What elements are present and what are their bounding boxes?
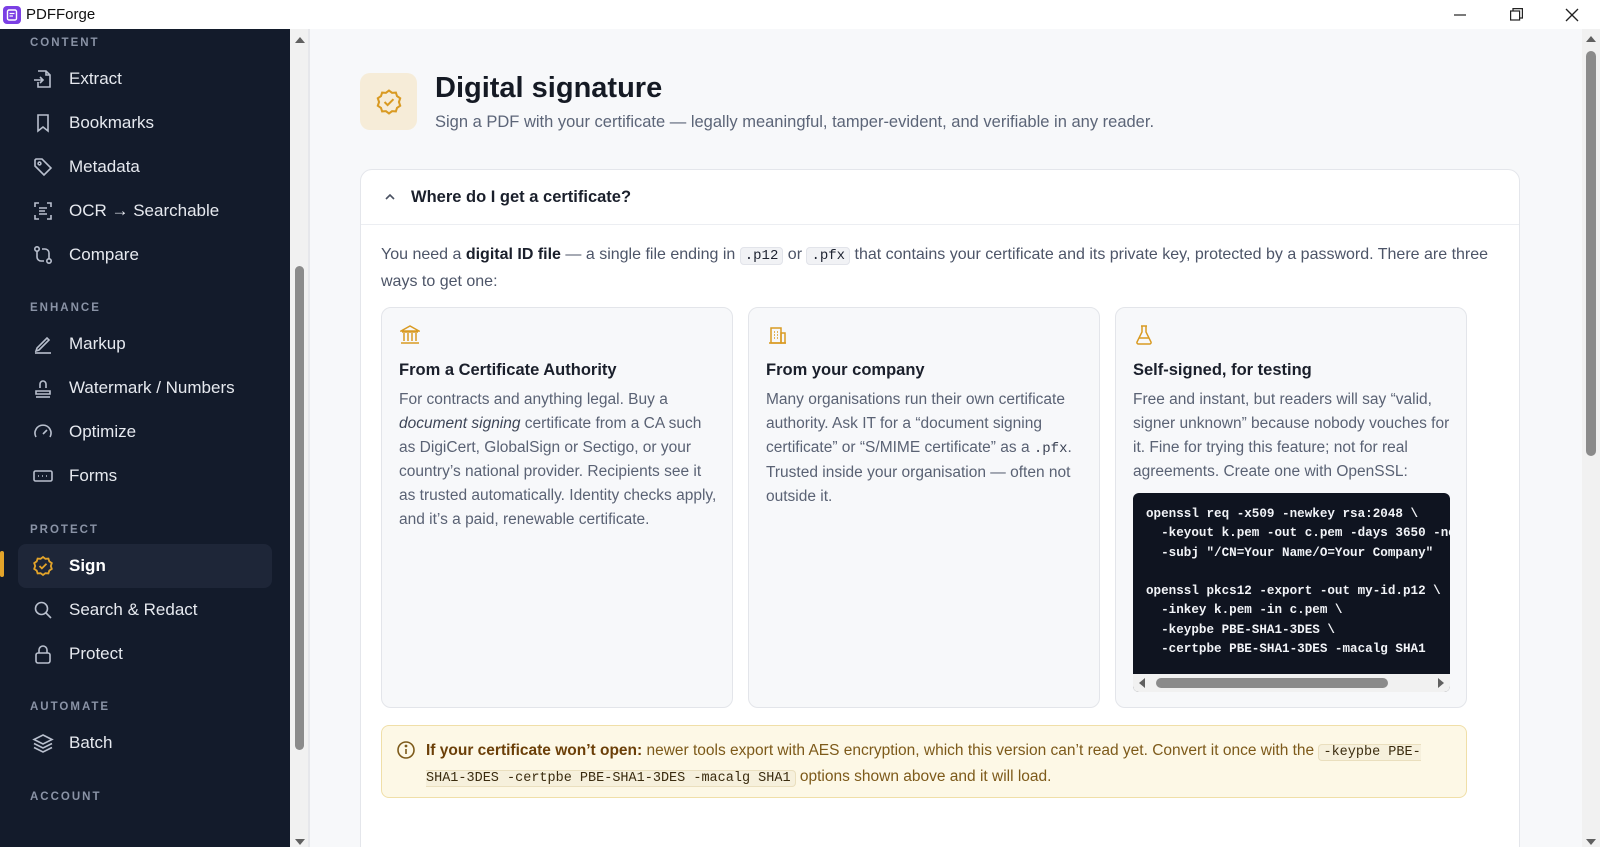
gauge-icon [31,420,55,444]
accordion-header[interactable]: Where do I get a certificate? [361,170,1519,225]
app-logo-icon [3,5,21,24]
close-icon [1565,8,1579,21]
scrollbar-thumb[interactable] [1586,51,1596,456]
extract-icon [31,67,55,91]
sidebar-item-label: Compare [69,245,139,264]
section-label-automate: AUTOMATE [30,701,111,713]
active-indicator [0,551,4,577]
intro-text: You need a digital ID file — a single fi… [381,246,1489,290]
form-icon [31,464,55,488]
sidebar-item-label: Bookmarks [69,113,155,132]
chevron-up-icon [383,190,397,204]
code-scrollbar[interactable] [1133,674,1450,692]
sidebar-item-label: Optimize [69,422,137,441]
code-scrollbar-thumb[interactable] [1156,678,1388,688]
sidebar-item-label: Batch [69,733,113,752]
sidebar-item-extract[interactable]: Extract [18,57,272,101]
lock-icon [31,642,55,666]
minimize-button[interactable] [1432,0,1488,29]
sidebar-item-label: Sign [69,556,106,575]
sidebar-item-protect[interactable]: Protect [18,632,272,676]
minimize-icon [1454,13,1466,16]
bank-icon [398,324,422,346]
restore-button[interactable] [1488,0,1544,29]
tag-icon [31,155,55,179]
scan-text-icon [31,199,55,223]
badge-check-icon [31,554,55,578]
option-title: From a Certificate Authority [399,361,617,379]
ext-p12: .p12 [739,247,784,265]
sidebar-item-label: OCR → Searchable [69,201,220,220]
warning-callout: If your certificate won’t open: newer to… [381,725,1467,798]
sidebar-item-label: Protect [69,644,123,663]
section-label-account: ACCOUNT [30,791,102,803]
sidebar-item-label: Watermark / Numbers [69,378,235,397]
sidebar-item-bookmarks[interactable]: Bookmarks [18,101,272,145]
scroll-down-arrow-icon[interactable] [1586,839,1596,845]
page-title: Digital signature [435,72,663,104]
option-body: Many organisations run their own certifi… [766,391,1072,505]
sidebar-item-sign[interactable]: Sign [18,544,272,588]
option-body: Free and instant, but readers will say “… [1133,391,1450,480]
compare-icon [31,243,55,267]
search-icon [31,598,55,622]
option-title: From your company [766,361,925,379]
pen-icon [31,332,55,356]
sidebar-item-markup[interactable]: Markup [18,322,272,366]
layers-icon [31,731,55,755]
page-subtitle: Sign a PDF with your certificate — legal… [435,113,1155,131]
scroll-up-arrow-icon[interactable] [1586,36,1596,42]
sidebar-item-label: Forms [69,466,118,485]
section-label-content: CONTENT [30,37,100,49]
sidebar-item-ocr[interactable]: OCR → Searchable [18,189,272,233]
sidebar-item-forms[interactable]: Forms [18,454,272,498]
window-controls [1432,0,1600,29]
sidebar-item-label: Markup [69,334,126,353]
stamp-icon [31,376,55,400]
building-icon [767,324,787,346]
sidebar-scrollbar[interactable] [290,29,308,847]
sidebar-item-redact[interactable]: Search & Redact [18,588,272,632]
ext-pfx: .pfx [806,247,851,265]
certificate-help-accordion: Where do I get a certificate? You need a… [360,169,1520,847]
title-bar: PDFForge [0,0,1600,29]
sidebar-item-optimize[interactable]: Optimize [18,410,272,454]
section-label-protect: PROTECT [30,524,99,536]
sidebar: CONTENT Extract Bookmarks Metadata OCR →… [0,29,290,847]
signature-badge-icon [360,73,417,130]
openssl-code-block[interactable]: openssl req -x509 -newkey rsa:2048 \ -ke… [1133,493,1450,692]
sidebar-item-compare[interactable]: Compare [18,233,272,277]
close-button[interactable] [1544,0,1600,29]
option-title: Self-signed, for testing [1133,361,1312,379]
flask-icon [1134,324,1154,346]
code-text: openssl req -x509 -newkey rsa:2048 \ -ke… [1146,507,1450,657]
section-label-enhance: ENHANCE [30,302,101,314]
scrollbar-thumb[interactable] [295,266,304,750]
sidebar-item-label: Metadata [69,157,140,176]
bookmark-icon [31,111,55,135]
accordion-title: Where do I get a certificate? [411,187,632,206]
sidebar-item-label: Search & Redact [69,600,198,619]
scroll-down-arrow-icon[interactable] [295,839,305,845]
scroll-up-arrow-icon[interactable] [295,37,305,43]
sidebar-item-watermark[interactable]: Watermark / Numbers [18,366,272,410]
warning-text: If your certificate won’t open: newer to… [426,742,1421,787]
info-icon [396,740,416,760]
app-title: PDFForge [26,6,96,23]
option-card-self-signed: Self-signed, for testing Free and instan… [1115,307,1467,708]
scroll-left-arrow-icon[interactable] [1139,678,1145,688]
option-card-ca: From a Certificate Authority For contrac… [381,307,733,708]
option-body: For contracts and anything legal. Buy a … [399,391,717,528]
main-content: Digital signature Sign a PDF with your c… [310,29,1582,847]
page-scrollbar[interactable] [1582,29,1600,847]
restore-icon [1509,8,1523,21]
sidebar-item-metadata[interactable]: Metadata [18,145,272,189]
sidebar-item-batch[interactable]: Batch [18,721,272,765]
sidebar-item-label: Extract [69,69,122,88]
option-card-company: From your company Many organisations run… [748,307,1100,708]
scroll-right-arrow-icon[interactable] [1438,678,1444,688]
